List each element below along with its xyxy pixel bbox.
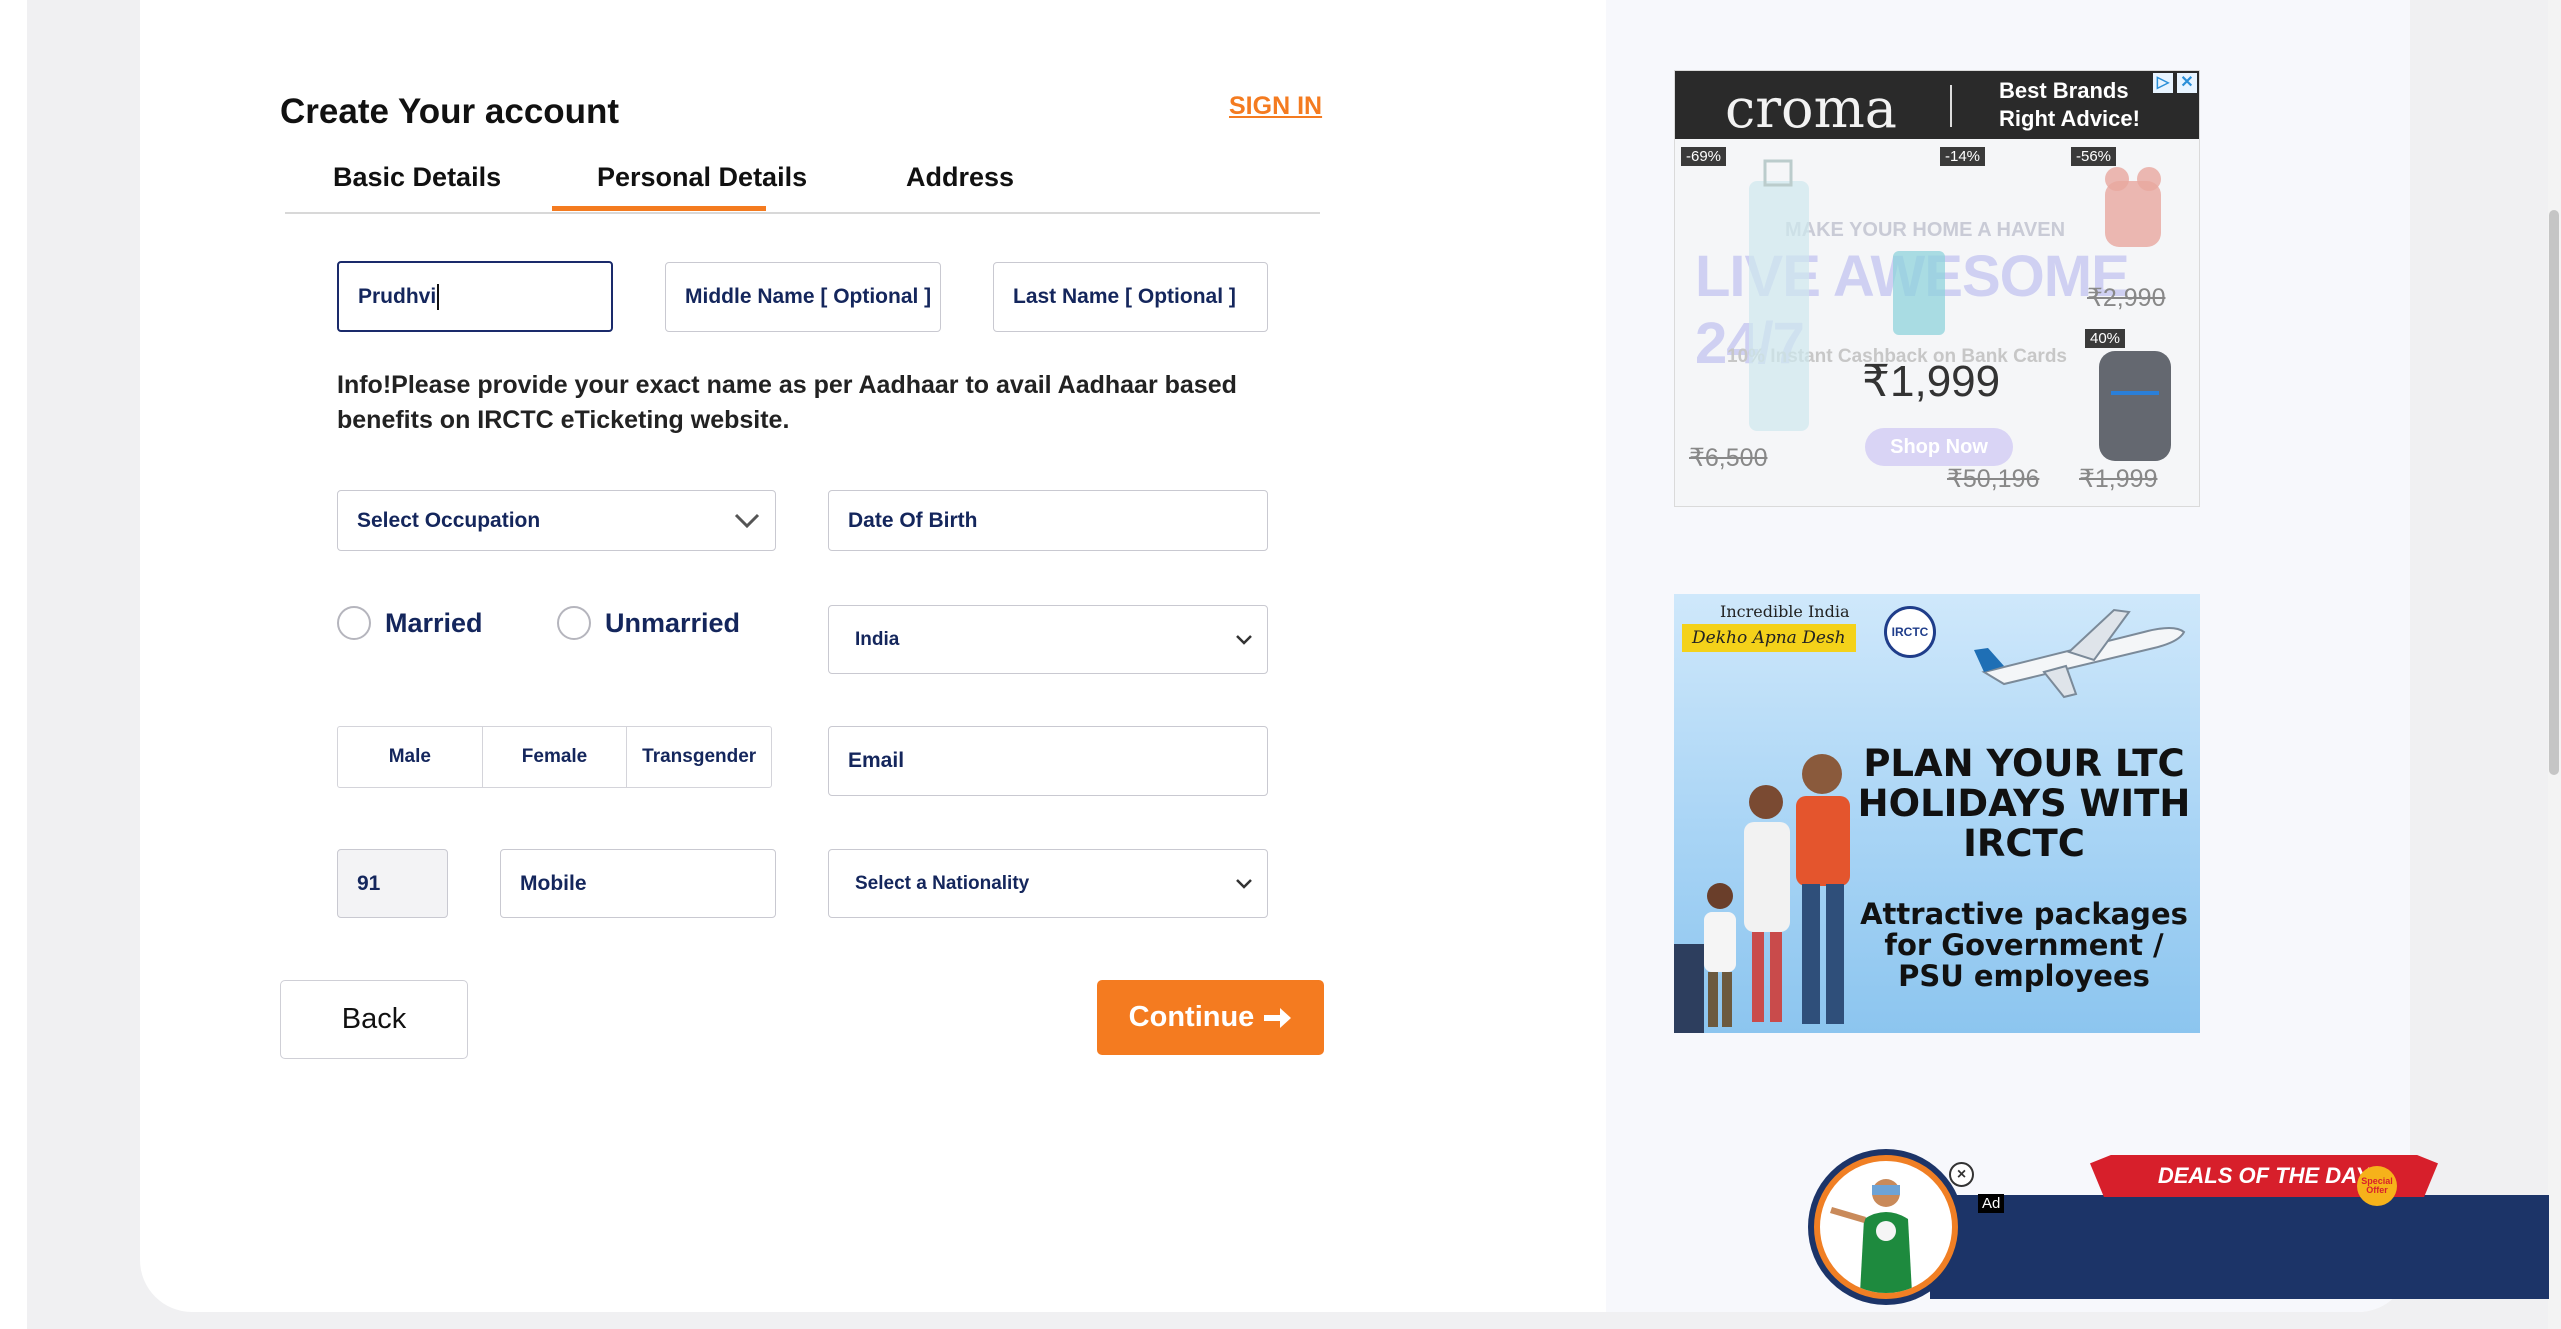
croma-tagline: Best Brands Right Advice! [1999, 77, 2140, 133]
registration-tabs: Basic Details Personal Details Address [285, 152, 1320, 214]
discount-badge: 40% [2085, 329, 2126, 348]
gender-female-button[interactable]: Female [481, 727, 627, 787]
country-code-field: 91 [337, 849, 448, 918]
backpack-image [2099, 351, 2171, 461]
chevron-down-icon [734, 513, 760, 528]
first-name-value: Prudhvi [358, 284, 437, 308]
croma-tagline-line-2: Right Advice! [1999, 106, 2140, 131]
page-left-margin [0, 0, 27, 1329]
incredible-india-logo: Incredible India [1720, 602, 1850, 621]
ad-close-icon[interactable]: ✕ [2177, 73, 2197, 93]
ad-label: Ad [1978, 1194, 2005, 1213]
ad-strike-price: ₹2,990 [2087, 284, 2166, 312]
page-scrollbar-thumb[interactable] [2549, 210, 2559, 775]
page-title: Create Your account [280, 92, 620, 131]
ad-strike-price: ₹6,500 [1689, 444, 1768, 472]
tab-basic-details[interactable]: Basic Details [333, 162, 501, 193]
radio-circle [557, 606, 591, 640]
croma-tagline-line-1: Best Brands [1999, 78, 2129, 103]
family-image [1674, 754, 1850, 1033]
shop-now-button[interactable]: Shop Now [1865, 428, 2013, 466]
married-radio-label: Married [385, 607, 483, 638]
ad-subtext: Attractive packages for Government / PSU… [1860, 897, 2188, 993]
country-select-value: India [855, 628, 900, 650]
tab-personal-details[interactable]: Personal Details [597, 162, 807, 193]
continue-button-label: Continue [1128, 1001, 1255, 1033]
gender-male-button[interactable]: Male [338, 727, 482, 787]
text-caret [437, 283, 440, 310]
irctc-ltc-ad[interactable]: Incredible India Dekho Apna Desh IRCTC P… [1674, 594, 2200, 1033]
gender-selector: Male Female Transgender [337, 726, 772, 788]
arrow-right-icon [1264, 1007, 1292, 1028]
ad-info-icon[interactable]: ▷ [2153, 73, 2173, 93]
ad-choices[interactable]: ▷ ✕ [2153, 73, 2197, 93]
back-button[interactable]: Back [280, 980, 468, 1059]
gender-transgender-button[interactable]: Transgender [626, 727, 771, 787]
croma-logo: croma [1725, 77, 1897, 140]
continue-button[interactable]: Continue [1097, 980, 1324, 1055]
croma-ad[interactable]: MAKE YOUR HOME A HAVEN LIVE AWESOME 24/7… [1674, 70, 2200, 507]
nationality-select[interactable]: Select a Nationality [828, 849, 1268, 918]
tab-address[interactable]: Address [906, 162, 1014, 193]
occupation-select-value: Select Occupation [357, 508, 541, 532]
chevron-down-icon [1236, 634, 1252, 645]
nationality-select-value: Select a Nationality [855, 872, 1030, 894]
last-name-input[interactable]: Last Name [ Optional ] [993, 262, 1268, 332]
radio-circle [337, 606, 371, 640]
mascot-avatar[interactable] [1814, 1155, 1958, 1299]
ad-strike-price: ₹1,999 [2079, 465, 2158, 493]
mascot-icon [1830, 1179, 1912, 1293]
discount-badge: -56% [2071, 147, 2117, 166]
unmarried-radio[interactable]: Unmarried [557, 606, 740, 640]
dekho-apna-desh-badge: Dekho Apna Desh [1682, 624, 1856, 652]
croma-header: croma Best Brands Right Advice! ▷ ✕ [1675, 71, 2199, 140]
discount-badge: -14% [1940, 147, 1986, 166]
irctc-logo: IRCTC [1884, 606, 1936, 658]
married-radio[interactable]: Married [337, 606, 483, 640]
unmarried-radio-label: Unmarried [605, 607, 741, 638]
luggage-image [1893, 251, 1945, 335]
deals-of-the-day-banner[interactable] [1930, 1195, 2549, 1299]
ad-strike-price: ₹50,196 [1947, 465, 2040, 493]
suitcase-image [1749, 159, 1809, 431]
occupation-select[interactable]: Select Occupation [337, 490, 776, 551]
ad-price: ₹1,999 [1862, 357, 2001, 406]
date-of-birth-input[interactable]: Date Of Birth [828, 490, 1268, 551]
mobile-input[interactable]: Mobile [500, 849, 776, 918]
discount-badge: -69% [1681, 147, 1727, 166]
ad-headline: PLAN YOUR LTC HOLIDAYS WITH IRCTC [1857, 742, 2191, 865]
first-name-input[interactable]: Prudhvi [337, 261, 613, 332]
chevron-down-icon [1236, 878, 1252, 889]
divider [1950, 85, 1952, 127]
aadhaar-info-message: Info!Please provide your exact name as p… [337, 371, 1237, 434]
country-select[interactable]: India [828, 605, 1268, 674]
airplane-image [1974, 608, 2186, 699]
sign-in-link[interactable]: SIGN IN [1229, 92, 1322, 121]
special-offer-badge: Special Offer [2357, 1166, 2397, 1206]
close-icon[interactable]: × [1949, 1162, 1974, 1187]
active-tab-indicator [552, 206, 766, 211]
middle-name-input[interactable]: Middle Name [ Optional ] [665, 262, 941, 332]
email-input[interactable]: Email [828, 726, 1268, 796]
